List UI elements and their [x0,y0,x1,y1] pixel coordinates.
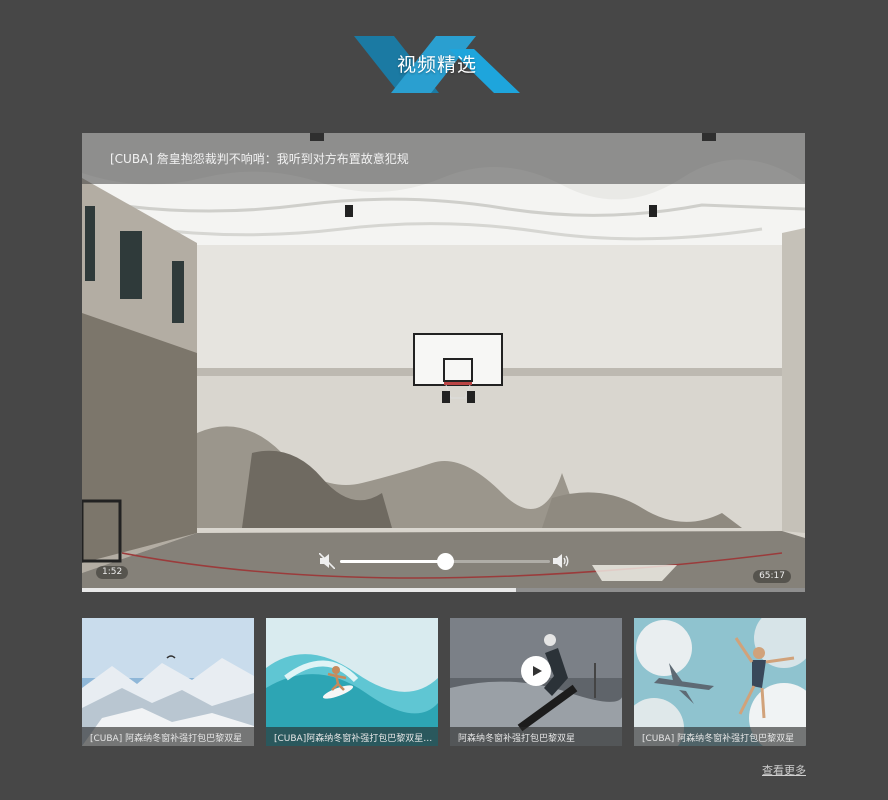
duration-time: 65:17 [753,570,791,583]
video-title-bar: [CUBA] 詹皇抱怨裁判不响哨：我听到对方布置故意犯规 [82,133,805,184]
thumbnail-list: [CUBA] 阿森纳冬窗补强打包巴黎双星 [CUBA]阿森纳冬窗补强打包巴黎双星… [82,618,806,746]
thumbnail-caption: [CUBA] 阿森纳冬窗补强打包巴黎双星 [90,734,243,744]
thumbnail-card[interactable]: 阿森纳冬窗补强打包巴黎双星 [450,618,622,746]
thumbnail-card[interactable]: [CUBA]阿森纳冬窗补强打包巴黎双星什么... [266,618,438,746]
play-button[interactable] [521,656,551,686]
thumbnail-caption: [CUBA] 阿森纳冬窗补强打包巴黎双星 [642,734,795,744]
section-logo: 视频精选 [354,34,520,94]
current-time: 1:52 [96,566,129,579]
thumbnail-card[interactable]: [CUBA] 阿森纳冬窗补强打包巴黎双星 [634,618,806,746]
more-link[interactable]: 查看更多 [762,762,806,778]
video-title: [CUBA] 詹皇抱怨裁判不响哨：我听到对方布置故意犯规 [110,152,409,166]
thumbnail-card[interactable]: [CUBA] 阿森纳冬窗补强打包巴黎双星 [82,618,254,746]
progress-fill [82,588,516,592]
progress-bar[interactable] [82,588,805,592]
video-frame-gym [82,133,805,592]
section-title: 视频精选 [396,54,477,76]
volume-fill [340,560,445,563]
thumbnail-caption: 阿森纳冬窗补强打包巴黎双星 [458,734,576,744]
thumbnail-caption-bar: 阿森纳冬窗补强打包巴黎双星 [450,727,622,746]
video-player[interactable]: [CUBA] 詹皇抱怨裁判不响哨：我听到对方布置故意犯规 1:52 65:17 [82,133,805,592]
thumbnail-caption-bar: [CUBA]阿森纳冬窗补强打包巴黎双星什么... [266,727,438,746]
volume-slider[interactable] [340,553,550,570]
volume-high-icon[interactable] [552,553,570,569]
thumbnail-caption: [CUBA]阿森纳冬窗补强打包巴黎双星什么... [274,734,434,744]
thumbnail-caption-bar: [CUBA] 阿森纳冬窗补强打包巴黎双星 [634,727,806,746]
volume-knob[interactable] [437,553,454,570]
volume-mute-icon[interactable] [319,553,335,569]
thumbnail-caption-bar: [CUBA] 阿森纳冬窗补强打包巴黎双星 [82,727,254,746]
